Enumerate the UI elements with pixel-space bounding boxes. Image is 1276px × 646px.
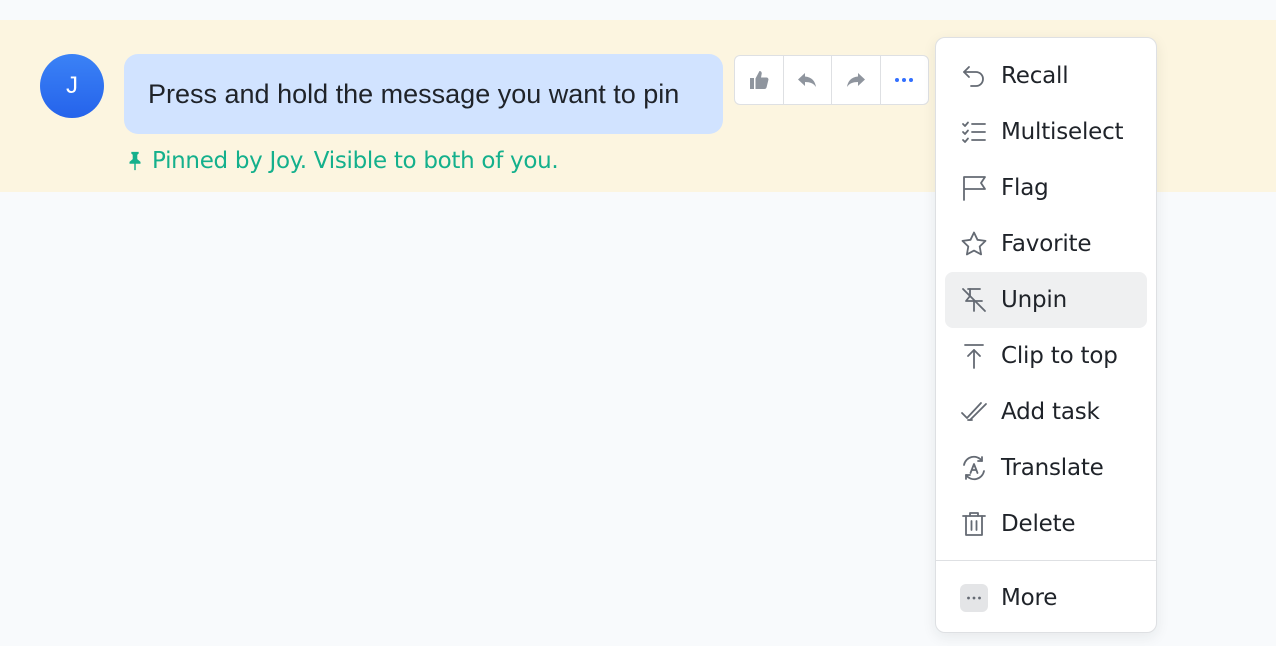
menu-item-label: Multiselect (1001, 119, 1124, 145)
menu-item-label: Recall (1001, 63, 1069, 89)
menu-item-label: Unpin (1001, 287, 1067, 313)
message-actions-bar (734, 55, 929, 105)
pin-note: Pinned by Joy. Visible to both of you. (124, 146, 559, 176)
menu-item-multiselect[interactable]: Multiselect (945, 104, 1147, 160)
message-text: Press and hold the message you want to p… (148, 78, 680, 109)
reply-button[interactable] (784, 56, 832, 104)
avatar-initial: J (66, 72, 78, 99)
menu-item-label: Add task (1001, 399, 1100, 425)
menu-item-label: Translate (1001, 455, 1104, 481)
unpin-icon (962, 288, 986, 312)
menu-item-recall[interactable]: Recall (945, 48, 1147, 104)
menu-item-label: More (1001, 585, 1058, 611)
menu-item-label: Delete (1001, 511, 1076, 537)
flag-icon (963, 176, 986, 201)
context-menu: Recall Multiselect Flag Favorite Unpin C… (935, 37, 1157, 633)
avatar[interactable]: J (40, 54, 104, 118)
more-actions-button[interactable] (881, 56, 929, 104)
menu-item-label: Flag (1001, 175, 1049, 201)
menu-divider (936, 560, 1156, 561)
star-icon (961, 231, 987, 256)
menu-item-favorite[interactable]: Favorite (945, 216, 1147, 272)
menu-item-flag[interactable]: Flag (945, 160, 1147, 216)
forward-icon (846, 73, 865, 87)
thumbs-up-icon (749, 71, 769, 89)
menu-item-label: Clip to top (1001, 343, 1118, 369)
more-horizontal-icon (895, 78, 914, 82)
more-horizontal-icon (960, 584, 988, 612)
menu-item-translate[interactable]: Translate (945, 440, 1147, 496)
pin-note-text: Pinned by Joy. Visible to both of you. (152, 148, 559, 174)
message-bubble[interactable]: Press and hold the message you want to p… (124, 54, 723, 134)
undo-icon (963, 66, 984, 87)
menu-item-unpin[interactable]: Unpin (945, 272, 1147, 328)
translate-icon (963, 455, 985, 481)
add-task-icon (961, 402, 987, 421)
thumbs-up-button[interactable] (735, 56, 784, 104)
menu-item-add-task[interactable]: Add task (945, 384, 1147, 440)
arrow-to-top-icon (964, 344, 984, 369)
menu-item-clip-to-top[interactable]: Clip to top (945, 328, 1147, 384)
trash-icon (962, 512, 986, 536)
menu-item-delete[interactable]: Delete (945, 496, 1147, 552)
pin-icon (129, 151, 141, 171)
reply-icon (798, 73, 817, 87)
menu-item-more[interactable]: More (945, 570, 1147, 626)
checklist-icon (962, 121, 986, 143)
menu-item-label: Favorite (1001, 231, 1092, 257)
forward-button[interactable] (832, 56, 881, 104)
